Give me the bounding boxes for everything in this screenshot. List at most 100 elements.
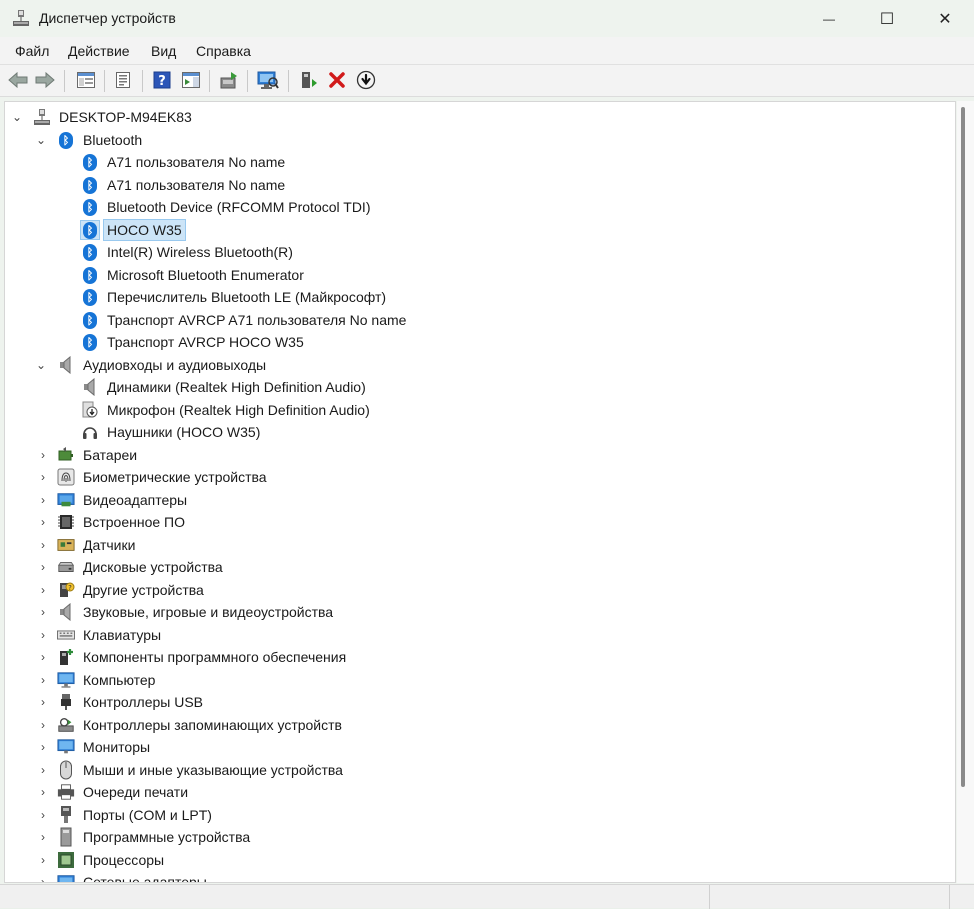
close-button[interactable]: ✕ (922, 0, 968, 37)
chevron-right-icon[interactable]: › (36, 582, 50, 598)
device-item-selected[interactable]: ᛒ HOCO W35 (5, 219, 955, 241)
category-display-adapters[interactable]: › Видеоадаптеры (5, 489, 955, 511)
category-software-devices[interactable]: › Программные устройства (5, 826, 955, 848)
category-batteries[interactable]: › Батареи (5, 444, 955, 466)
toolbar-separator (142, 70, 143, 92)
device-item[interactable]: ᛒ A71 пользователя No name (5, 174, 955, 196)
chevron-right-icon[interactable]: › (36, 807, 50, 823)
chevron-down-icon[interactable]: ⌄ (34, 132, 48, 148)
category-firmware[interactable]: › Встроенное ПО (5, 511, 955, 533)
chevron-right-icon[interactable]: › (36, 852, 50, 868)
category-storage-controllers[interactable]: › Контроллеры запоминающих устройств (5, 714, 955, 736)
properties-button[interactable] (112, 69, 134, 91)
headphones-icon (81, 423, 99, 441)
chevron-right-icon[interactable]: › (36, 694, 50, 710)
chevron-right-icon[interactable]: › (36, 739, 50, 755)
category-audio[interactable]: ⌄ Аудиовходы и аудиовыходы (5, 354, 955, 376)
category-disk-drives[interactable]: › Дисковые устройства (5, 556, 955, 578)
device-item[interactable]: ᛒ Перечислитель Bluetooth LE (Майкрософт… (5, 286, 955, 308)
category-label: Bluetooth (83, 132, 143, 148)
device-tree[interactable]: ⌄ DESKTOP-M94EK83 ⌄ ᛒ Bluetooth ᛒ A71 по… (4, 101, 956, 883)
category-sensors[interactable]: › Датчики (5, 534, 955, 556)
tree-root[interactable]: ⌄ DESKTOP-M94EK83 (5, 106, 955, 128)
sensor-icon (57, 536, 75, 554)
maximize-button[interactable]: ☐ (864, 0, 910, 37)
toolbar-separator (104, 70, 105, 92)
category-label: Аудиовходы и аудиовыходы (83, 357, 267, 373)
chevron-right-icon[interactable]: › (36, 604, 50, 620)
help-button[interactable]: ? (151, 69, 173, 91)
software-device-icon (57, 827, 75, 847)
category-label: Батареи (83, 447, 138, 463)
category-biometric[interactable]: › Биометрические устройства (5, 466, 955, 488)
toolbar-separator (247, 70, 248, 92)
forward-button[interactable] (34, 69, 56, 91)
toolbar-separator (209, 70, 210, 92)
category-ports[interactable]: › Порты (COM и LPT) (5, 804, 955, 826)
chevron-right-icon[interactable]: › (36, 514, 50, 530)
svg-text:?: ? (68, 584, 72, 592)
category-print-queues[interactable]: › Очереди печати (5, 781, 955, 803)
close-icon: ✕ (938, 10, 952, 28)
bluetooth-icon: ᛒ (81, 311, 99, 329)
category-keyboards[interactable]: › Клавиатуры (5, 624, 955, 646)
chevron-right-icon[interactable]: › (36, 627, 50, 643)
category-other-devices[interactable]: › ? Другие устройства (5, 579, 955, 601)
category-processors[interactable]: › Процессоры (5, 849, 955, 871)
menu-help[interactable]: Справка (196, 43, 251, 59)
bluetooth-icon: ᛒ (81, 176, 99, 194)
mouse-icon (57, 760, 75, 780)
minimize-button[interactable]: — (806, 0, 852, 37)
chevron-right-icon[interactable]: › (36, 874, 50, 882)
chevron-right-icon[interactable]: › (36, 784, 50, 800)
bluetooth-icon: ᛒ (81, 288, 99, 306)
device-item[interactable]: ᛒ Транспорт AVRCP A71 пользователя No na… (5, 309, 955, 331)
chevron-right-icon[interactable]: › (36, 717, 50, 733)
category-monitors[interactable]: › Мониторы (5, 736, 955, 758)
chevron-down-icon[interactable]: ⌄ (34, 357, 48, 373)
category-label: Биометрические устройства (83, 469, 267, 485)
scan-hardware-button[interactable] (257, 69, 279, 91)
chevron-right-icon[interactable]: › (36, 672, 50, 688)
chevron-right-icon[interactable]: › (36, 447, 50, 463)
device-label: Транспорт AVRCP HOCO W35 (107, 334, 304, 350)
chevron-right-icon[interactable]: › (36, 829, 50, 845)
chevron-right-icon[interactable]: › (36, 559, 50, 575)
uninstall-device-button[interactable] (326, 69, 348, 91)
show-hide-tree-button[interactable] (75, 69, 97, 91)
back-button[interactable] (7, 69, 29, 91)
disable-device-button[interactable] (355, 69, 377, 91)
category-mice[interactable]: › Мыши и иные указывающие устройства (5, 759, 955, 781)
chevron-right-icon[interactable]: › (36, 649, 50, 665)
category-computer[interactable]: › Компьютер (5, 669, 955, 691)
device-item[interactable]: ᛒ A71 пользователя No name (5, 151, 955, 173)
chevron-right-icon[interactable]: › (36, 762, 50, 778)
chevron-right-icon[interactable]: › (36, 537, 50, 553)
chevron-down-icon[interactable]: ⌄ (10, 109, 24, 125)
add-driver-button[interactable] (298, 69, 320, 91)
device-item[interactable]: ᛒ Intel(R) Wireless Bluetooth(R) (5, 241, 955, 263)
device-item[interactable]: ᛒ Microsoft Bluetooth Enumerator (5, 264, 955, 286)
device-item[interactable]: Динамики (Realtek High Definition Audio) (5, 376, 955, 398)
category-label: Мониторы (83, 739, 151, 755)
category-label: Компьютер (83, 672, 156, 688)
update-driver-button[interactable] (218, 69, 240, 91)
action-pane-button[interactable] (180, 69, 202, 91)
vertical-scrollbar[interactable] (957, 101, 974, 883)
category-software-components[interactable]: › Компоненты программного обеспечения (5, 646, 955, 668)
chevron-right-icon[interactable]: › (36, 469, 50, 485)
menu-file[interactable]: Файл (15, 43, 49, 59)
category-network-adapters[interactable]: › Сетевые адаптеры (5, 871, 955, 882)
category-sound-video-game[interactable]: › Звуковые, игровые и видеоустройства (5, 601, 955, 623)
menu-action[interactable]: Действие (68, 43, 130, 59)
device-item[interactable]: ᛒ Bluetooth Device (RFCOMM Protocol TDI) (5, 196, 955, 218)
chevron-right-icon[interactable]: › (36, 492, 50, 508)
category-bluetooth[interactable]: ⌄ ᛒ Bluetooth (5, 129, 955, 151)
device-item[interactable]: ᛒ Транспорт AVRCP HOCO W35 (5, 331, 955, 353)
device-item[interactable]: Наушники (HOCO W35) (5, 421, 955, 443)
category-usb-controllers[interactable]: › Контроллеры USB (5, 691, 955, 713)
menu-view[interactable]: Вид (151, 43, 176, 59)
device-item[interactable]: Микрофон (Realtek High Definition Audio) (5, 399, 955, 421)
maximize-icon: ☐ (879, 10, 895, 28)
scrollbar-thumb[interactable] (961, 107, 965, 787)
